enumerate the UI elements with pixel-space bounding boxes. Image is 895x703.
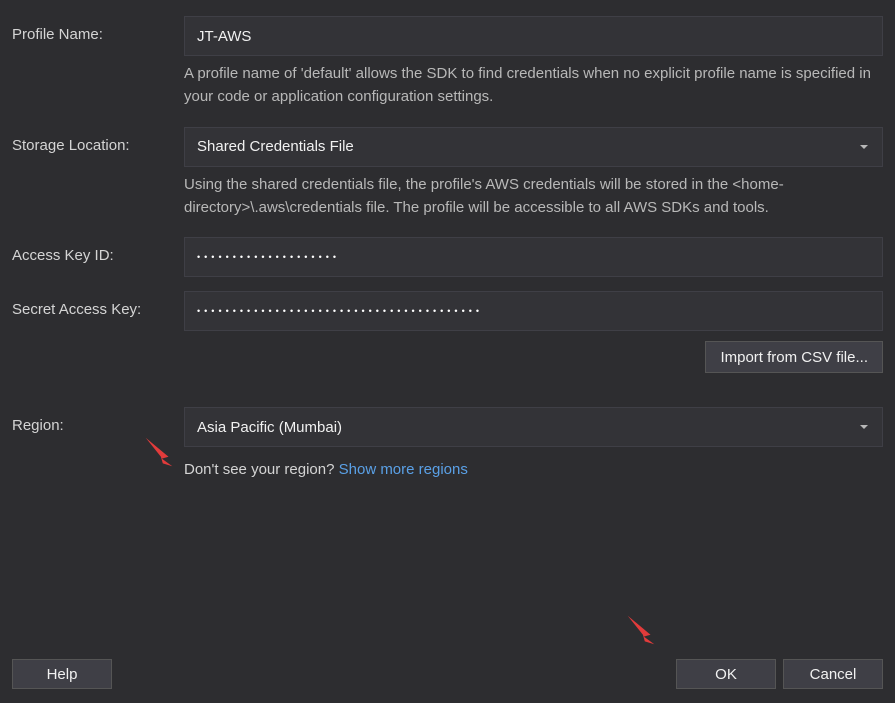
secret-key-masked: •••••••••••••••••••••••••••••••••••••••• — [197, 306, 483, 316]
region-label: Region: — [12, 407, 184, 434]
ok-button[interactable]: OK — [676, 659, 776, 689]
chevron-down-icon — [860, 145, 868, 149]
access-key-input[interactable]: •••••••••••••••••••• — [184, 237, 883, 277]
profile-name-input[interactable] — [184, 16, 883, 56]
storage-location-select[interactable]: Shared Credentials File — [184, 127, 883, 167]
annotation-arrow-icon — [622, 610, 660, 648]
region-select[interactable]: Asia Pacific (Mumbai) — [184, 407, 883, 447]
show-more-regions-link[interactable]: Show more regions — [339, 461, 468, 478]
profile-name-label: Profile Name: — [12, 16, 184, 43]
profile-name-hint: A profile name of 'default' allows the S… — [184, 62, 883, 109]
help-button[interactable]: Help — [12, 659, 112, 689]
region-hint-text: Don't see your region? — [184, 461, 339, 478]
chevron-down-icon — [860, 425, 868, 429]
storage-location-label: Storage Location: — [12, 127, 184, 154]
secret-key-input[interactable]: •••••••••••••••••••••••••••••••••••••••• — [184, 291, 883, 331]
import-csv-button[interactable]: Import from CSV file... — [705, 341, 883, 373]
cancel-button[interactable]: Cancel — [783, 659, 883, 689]
secret-key-label: Secret Access Key: — [12, 291, 184, 318]
storage-location-value: Shared Credentials File — [197, 138, 354, 155]
access-key-masked: •••••••••••••••••••• — [197, 252, 340, 262]
storage-location-hint: Using the shared credentials file, the p… — [184, 173, 883, 220]
region-value: Asia Pacific (Mumbai) — [197, 419, 342, 436]
access-key-label: Access Key ID: — [12, 237, 184, 264]
